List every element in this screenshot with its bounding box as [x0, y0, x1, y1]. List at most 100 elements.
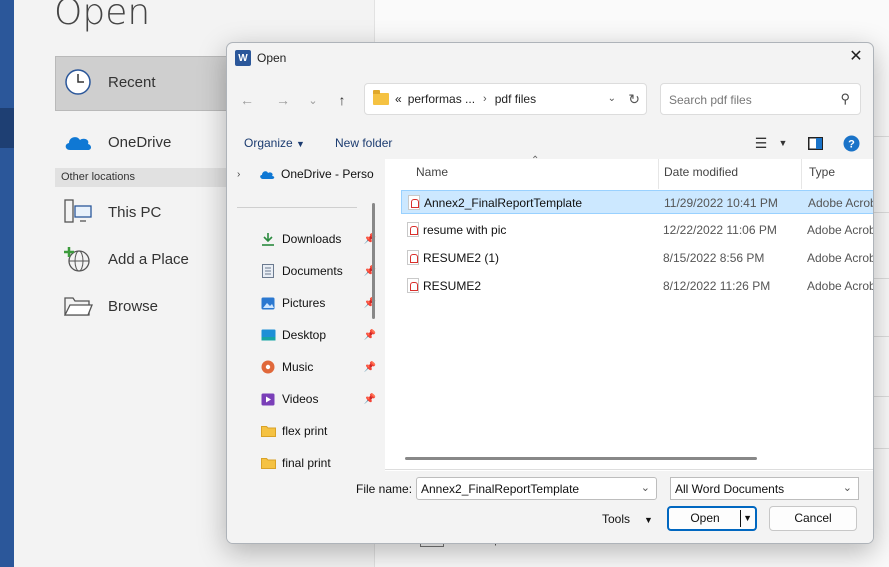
help-icon[interactable]: ?	[841, 133, 861, 153]
nav-item-music[interactable]: Music 📌	[227, 356, 382, 378]
back-button[interactable]: ←	[237, 91, 257, 109]
pin-icon[interactable]: 📌	[364, 362, 376, 373]
backstage-selected-marker	[0, 108, 14, 148]
backstage-onedrive-label: OneDrive	[108, 133, 172, 151]
backstage-recent-label: Recent	[108, 73, 156, 91]
horizontal-scrollbar[interactable]	[405, 457, 757, 460]
pictures-icon	[260, 295, 276, 311]
column-header-type[interactable]: Type	[809, 159, 835, 189]
folder-icon	[373, 90, 389, 105]
chevron-down-icon: ⌄	[842, 482, 852, 494]
navigation-pane: › OneDrive - Perso Downloads 📌 Documents…	[227, 159, 382, 471]
column-separator[interactable]	[801, 159, 802, 189]
file-row[interactable]: RESUME2 (1) 8/15/2022 8:56 PM Adobe Acro…	[401, 246, 873, 270]
nav-item-label: Pictures	[282, 296, 326, 310]
file-row[interactable]: Annex2_FinalReportTemplate 11/29/2022 10…	[401, 190, 874, 214]
view-options-icon[interactable]: ☰	[751, 133, 771, 153]
backstage-add-place-item[interactable]: Add a Place	[62, 245, 189, 273]
file-name: Annex2_FinalReportTemplate	[424, 196, 583, 210]
recent-locations-button[interactable]: ⌄	[303, 91, 323, 109]
other-locations-header: Other locations	[55, 168, 235, 187]
svg-text:?: ?	[848, 138, 855, 150]
file-name-value: Annex2_FinalReportTemplate	[421, 482, 580, 496]
file-date: 12/22/2022 11:06 PM	[663, 223, 777, 237]
nav-onedrive[interactable]: › OneDrive - Perso	[227, 163, 382, 185]
file-pane-border	[385, 469, 873, 470]
file-name-label: File name:	[356, 482, 413, 496]
caret-down-icon: ▼	[296, 139, 305, 149]
open-button[interactable]: Open ▼	[667, 506, 757, 531]
open-button-label: Open	[690, 511, 720, 525]
pin-icon[interactable]: 📌	[364, 330, 376, 341]
close-icon: ✕	[849, 48, 863, 65]
search-input[interactable]: Search pdf files ⚲	[660, 83, 861, 115]
pdf-file-icon	[407, 278, 419, 293]
chevron-right-icon[interactable]: ›	[237, 169, 251, 180]
cancel-button[interactable]: Cancel	[769, 506, 857, 531]
column-header-date[interactable]: Date modified	[664, 159, 738, 189]
close-button[interactable]: ✕	[847, 48, 865, 66]
cloud-icon	[259, 166, 275, 182]
file-row[interactable]: RESUME2 8/12/2022 11:26 PM Adobe Acrob	[401, 274, 873, 298]
nav-item-documents[interactable]: Documents 📌	[227, 260, 382, 282]
new-folder-button[interactable]: New folder	[335, 136, 392, 150]
backstage-this-pc-label: This PC	[108, 203, 162, 221]
backstage-recent-item[interactable]: Recent	[62, 68, 156, 96]
backstage-onedrive-item[interactable]: OneDrive	[62, 128, 171, 156]
backstage-browse-item[interactable]: Browse	[62, 292, 158, 320]
nav-divider	[237, 207, 357, 208]
file-name-input[interactable]: Annex2_FinalReportTemplate ⌄	[416, 477, 657, 500]
nav-onedrive-label: OneDrive - Perso	[281, 167, 374, 181]
organize-menu[interactable]: Organize ▼	[244, 136, 305, 150]
caret-down-icon: ▼	[644, 515, 653, 525]
chevron-down-icon[interactable]: ⌄	[641, 481, 650, 494]
file-name: resume with pic	[423, 223, 507, 237]
open-options-icon[interactable]: ▼	[743, 508, 752, 529]
backstage-left-strip	[0, 0, 14, 567]
nav-item-label: Downloads	[282, 232, 342, 246]
navigation-pane-scrollbar[interactable]	[372, 203, 375, 319]
nav-item-final-print[interactable]: final print	[227, 452, 382, 471]
organize-label: Organize	[244, 136, 293, 150]
open-folder-icon	[62, 292, 94, 320]
nav-item-label: flex print	[282, 424, 328, 438]
address-dropdown-icon[interactable]: ⌄	[608, 93, 616, 104]
file-type: Adobe Acrob	[807, 223, 874, 237]
file-type: Adobe Acrob	[808, 196, 874, 210]
nav-item-downloads[interactable]: Downloads 📌	[227, 228, 382, 250]
forward-button[interactable]: →	[273, 91, 293, 109]
preview-pane-icon[interactable]	[805, 133, 825, 153]
file-name: RESUME2	[423, 279, 482, 293]
breadcrumb-pdf-files[interactable]: pdf files	[495, 92, 536, 106]
globe-add-icon	[62, 245, 94, 273]
pdf-file-icon	[407, 222, 419, 237]
file-type-select[interactable]: All Word Documents ⌄	[670, 477, 859, 500]
column-separator[interactable]	[658, 159, 659, 189]
refresh-icon[interactable]: ↻	[628, 91, 640, 108]
nav-item-desktop[interactable]: Desktop 📌	[227, 324, 382, 346]
nav-item-flex-print[interactable]: flex print	[227, 420, 382, 442]
address-overflow[interactable]: «	[395, 92, 402, 106]
cloud-icon	[62, 128, 94, 156]
nav-item-label: final print	[282, 456, 331, 470]
backstage-add-place-label: Add a Place	[108, 250, 189, 268]
breadcrumb-performas[interactable]: performas ...	[408, 92, 475, 106]
column-header-name[interactable]: Name	[416, 159, 448, 189]
address-bar[interactable]: « performas ... › pdf files ⌄ ↻	[364, 83, 647, 115]
tools-menu[interactable]: Tools ▼	[602, 512, 653, 526]
nav-item-videos[interactable]: Videos 📌	[227, 388, 382, 410]
folder-icon	[260, 455, 276, 471]
nav-item-label: Music	[282, 360, 314, 374]
nav-item-pictures[interactable]: Pictures 📌	[227, 292, 382, 314]
pin-icon[interactable]: 📌	[364, 394, 376, 405]
desktop-icon	[260, 327, 276, 343]
file-date: 8/12/2022 11:26 PM	[663, 279, 771, 293]
view-dropdown-icon[interactable]: ▼	[773, 133, 793, 153]
file-type-value: All Word Documents	[675, 482, 785, 496]
open-file-dialog: W Open ✕ ← → ⌄ ↑ « performas ... › pdf f…	[226, 42, 874, 544]
up-button[interactable]: ↑	[332, 91, 352, 109]
nav-item-label: Videos	[282, 392, 319, 406]
file-row[interactable]: resume with pic 12/22/2022 11:06 PM Adob…	[401, 218, 874, 242]
backstage-this-pc-item[interactable]: This PC	[62, 198, 161, 226]
tools-label: Tools	[602, 512, 631, 526]
